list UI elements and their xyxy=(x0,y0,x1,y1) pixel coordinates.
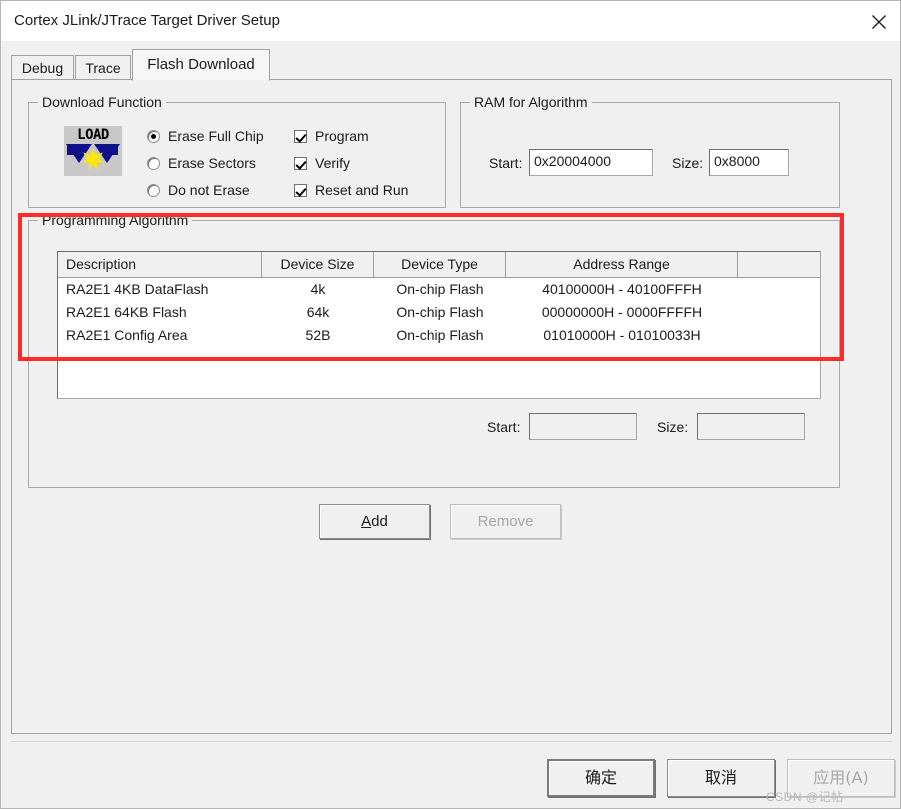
group-download-function: Download Function LOAD Erase Full Chip E… xyxy=(28,94,446,208)
watermark: CSDN @记帖 xyxy=(766,790,844,804)
table-header-row: Description Device Size Device Type Addr… xyxy=(58,252,820,278)
radio-indicator xyxy=(147,184,160,197)
column-header-description[interactable]: Description xyxy=(58,252,262,277)
checkbox-indicator xyxy=(294,157,307,170)
tab-trace[interactable]: Trace xyxy=(75,55,131,80)
tab-strip: Debug Trace Flash Download xyxy=(11,49,892,81)
programming-algorithm-list[interactable]: Description Device Size Device Type Addr… xyxy=(57,251,821,399)
add-button-accel: A xyxy=(361,513,372,530)
close-icon[interactable] xyxy=(856,1,900,41)
cancel-button[interactable]: 取消 xyxy=(667,759,775,797)
radio-indicator xyxy=(147,157,160,170)
cell-description: RA2E1 64KB Flash xyxy=(66,304,187,320)
table-row[interactable]: RA2E1 4KB DataFlash 4k On-chip Flash 401… xyxy=(58,278,820,301)
tab-page-flash-download: Download Function LOAD Erase Full Chip E… xyxy=(11,79,892,734)
cell-device-type: On-chip Flash xyxy=(396,281,484,297)
cell-device-size: 52B xyxy=(305,327,331,343)
tab-debug[interactable]: Debug xyxy=(11,55,74,80)
cell-description: RA2E1 Config Area xyxy=(66,327,188,343)
remove-button-label: Remove xyxy=(477,513,534,530)
title-bar: Cortex JLink/JTrace Target Driver Setup xyxy=(1,1,900,41)
cell-description: RA2E1 4KB DataFlash xyxy=(66,281,209,297)
cell-address-range: 01010000H - 01010033H xyxy=(543,327,701,343)
group-title-download-function: Download Function xyxy=(38,94,166,110)
algorithm-size-input[interactable] xyxy=(697,413,805,440)
ram-start-label: Start: xyxy=(489,155,523,171)
load-icon-text: LOAD xyxy=(77,127,109,143)
radio-indicator xyxy=(147,130,160,143)
table-row[interactable]: RA2E1 64KB Flash 64k On-chip Flash 00000… xyxy=(58,301,820,324)
load-icon: LOAD xyxy=(64,126,122,176)
group-programming-algorithm: Programming Algorithm Description Device… xyxy=(28,212,840,488)
ok-button[interactable]: 确定 xyxy=(547,759,655,797)
cell-device-type: On-chip Flash xyxy=(396,304,484,320)
checkbox-label: Program xyxy=(315,128,369,144)
column-header-address-range[interactable]: Address Range xyxy=(506,252,738,277)
cell-device-size: 64k xyxy=(306,304,330,320)
table-row[interactable]: RA2E1 Config Area 52B On-chip Flash 0101… xyxy=(58,324,820,347)
cell-device-size: 4k xyxy=(310,281,326,297)
cell-address-range: 40100000H - 40100FFFH xyxy=(542,281,702,297)
column-header-device-type[interactable]: Device Type xyxy=(374,252,506,277)
group-title-ram-for-algorithm: RAM for Algorithm xyxy=(470,94,592,110)
ram-size-label: Size: xyxy=(672,155,704,171)
column-header-device-size[interactable]: Device Size xyxy=(262,252,374,277)
column-header-extra[interactable] xyxy=(738,252,820,277)
radio-label: Erase Sectors xyxy=(168,155,256,171)
checkbox-label: Verify xyxy=(315,155,351,171)
group-ram-for-algorithm: RAM for Algorithm Start: 0x20004000 Size… xyxy=(460,94,840,208)
ok-button-label: 确定 xyxy=(584,768,617,787)
algorithm-start-label: Start: xyxy=(487,419,521,435)
group-title-programming-algorithm: Programming Algorithm xyxy=(38,212,193,228)
window-title: Cortex JLink/JTrace Target Driver Setup xyxy=(14,12,280,29)
tab-flash-download[interactable]: Flash Download xyxy=(132,49,270,81)
dialog-window: Cortex JLink/JTrace Target Driver Setup … xyxy=(0,0,901,809)
ram-size-input[interactable]: 0x8000 xyxy=(709,149,789,176)
bottom-separator xyxy=(11,741,892,742)
remove-button: Remove xyxy=(450,504,561,539)
table-body: RA2E1 4KB DataFlash 4k On-chip Flash 401… xyxy=(58,278,820,347)
algorithm-size-label: Size: xyxy=(657,419,689,435)
cell-device-type: On-chip Flash xyxy=(396,327,484,343)
algorithm-start-input[interactable] xyxy=(529,413,637,440)
add-button-label: dd xyxy=(371,513,388,530)
checkbox-indicator xyxy=(294,130,307,143)
radio-label: Erase Full Chip xyxy=(168,128,264,144)
cancel-button-label: 取消 xyxy=(704,768,737,787)
add-button[interactable]: Add xyxy=(319,504,430,539)
checkbox-label: Reset and Run xyxy=(315,182,409,198)
ram-start-input[interactable]: 0x20004000 xyxy=(529,149,653,176)
checkbox-indicator xyxy=(294,184,307,197)
cell-address-range: 00000000H - 0000FFFFH xyxy=(541,304,703,320)
radio-label: Do not Erase xyxy=(168,182,250,198)
